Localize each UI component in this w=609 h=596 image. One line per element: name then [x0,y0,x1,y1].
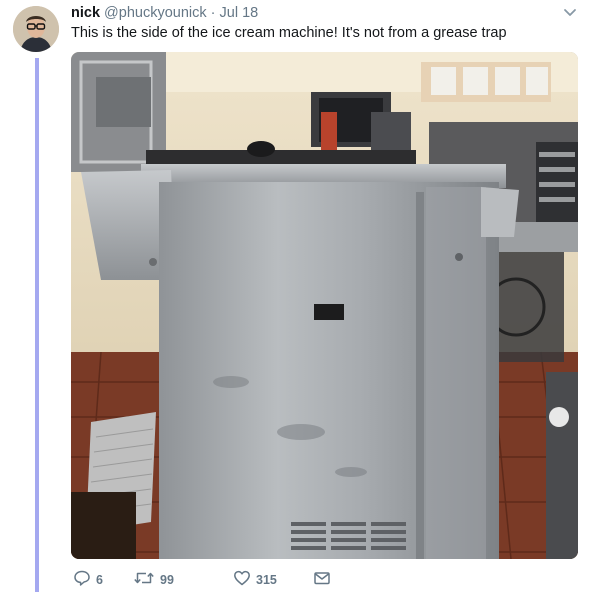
reply-icon [73,569,91,592]
tweet-header: nick @phuckyounick · Jul 18 [71,4,258,22]
retweet-icon [133,569,155,592]
like-button[interactable]: 315 [233,568,277,592]
heart-icon [233,569,251,592]
tweet-photo[interactable] [71,52,578,559]
avatar[interactable] [13,6,59,52]
like-count: 315 [256,573,277,587]
tweet-date[interactable]: Jul 18 [220,5,259,21]
reply-count: 6 [96,573,103,587]
direct-message-button[interactable] [313,568,331,592]
envelope-icon [313,569,331,592]
chevron-down-icon[interactable] [560,4,580,22]
author-handle[interactable]: @phuckyounick [104,5,207,21]
avatar-image [13,6,59,52]
tweet-text: This is the side of the ice cream machin… [71,25,507,41]
tweet-actions: 6 99 315 [73,568,373,592]
author-name[interactable]: nick [71,5,100,21]
retweet-count: 99 [160,573,174,587]
header-separator: · [210,5,216,21]
reply-button[interactable]: 6 [73,568,103,592]
ice-cream-machine-photo [71,52,578,559]
retweet-button[interactable]: 99 [133,568,174,592]
thread-connector-line [35,58,39,592]
